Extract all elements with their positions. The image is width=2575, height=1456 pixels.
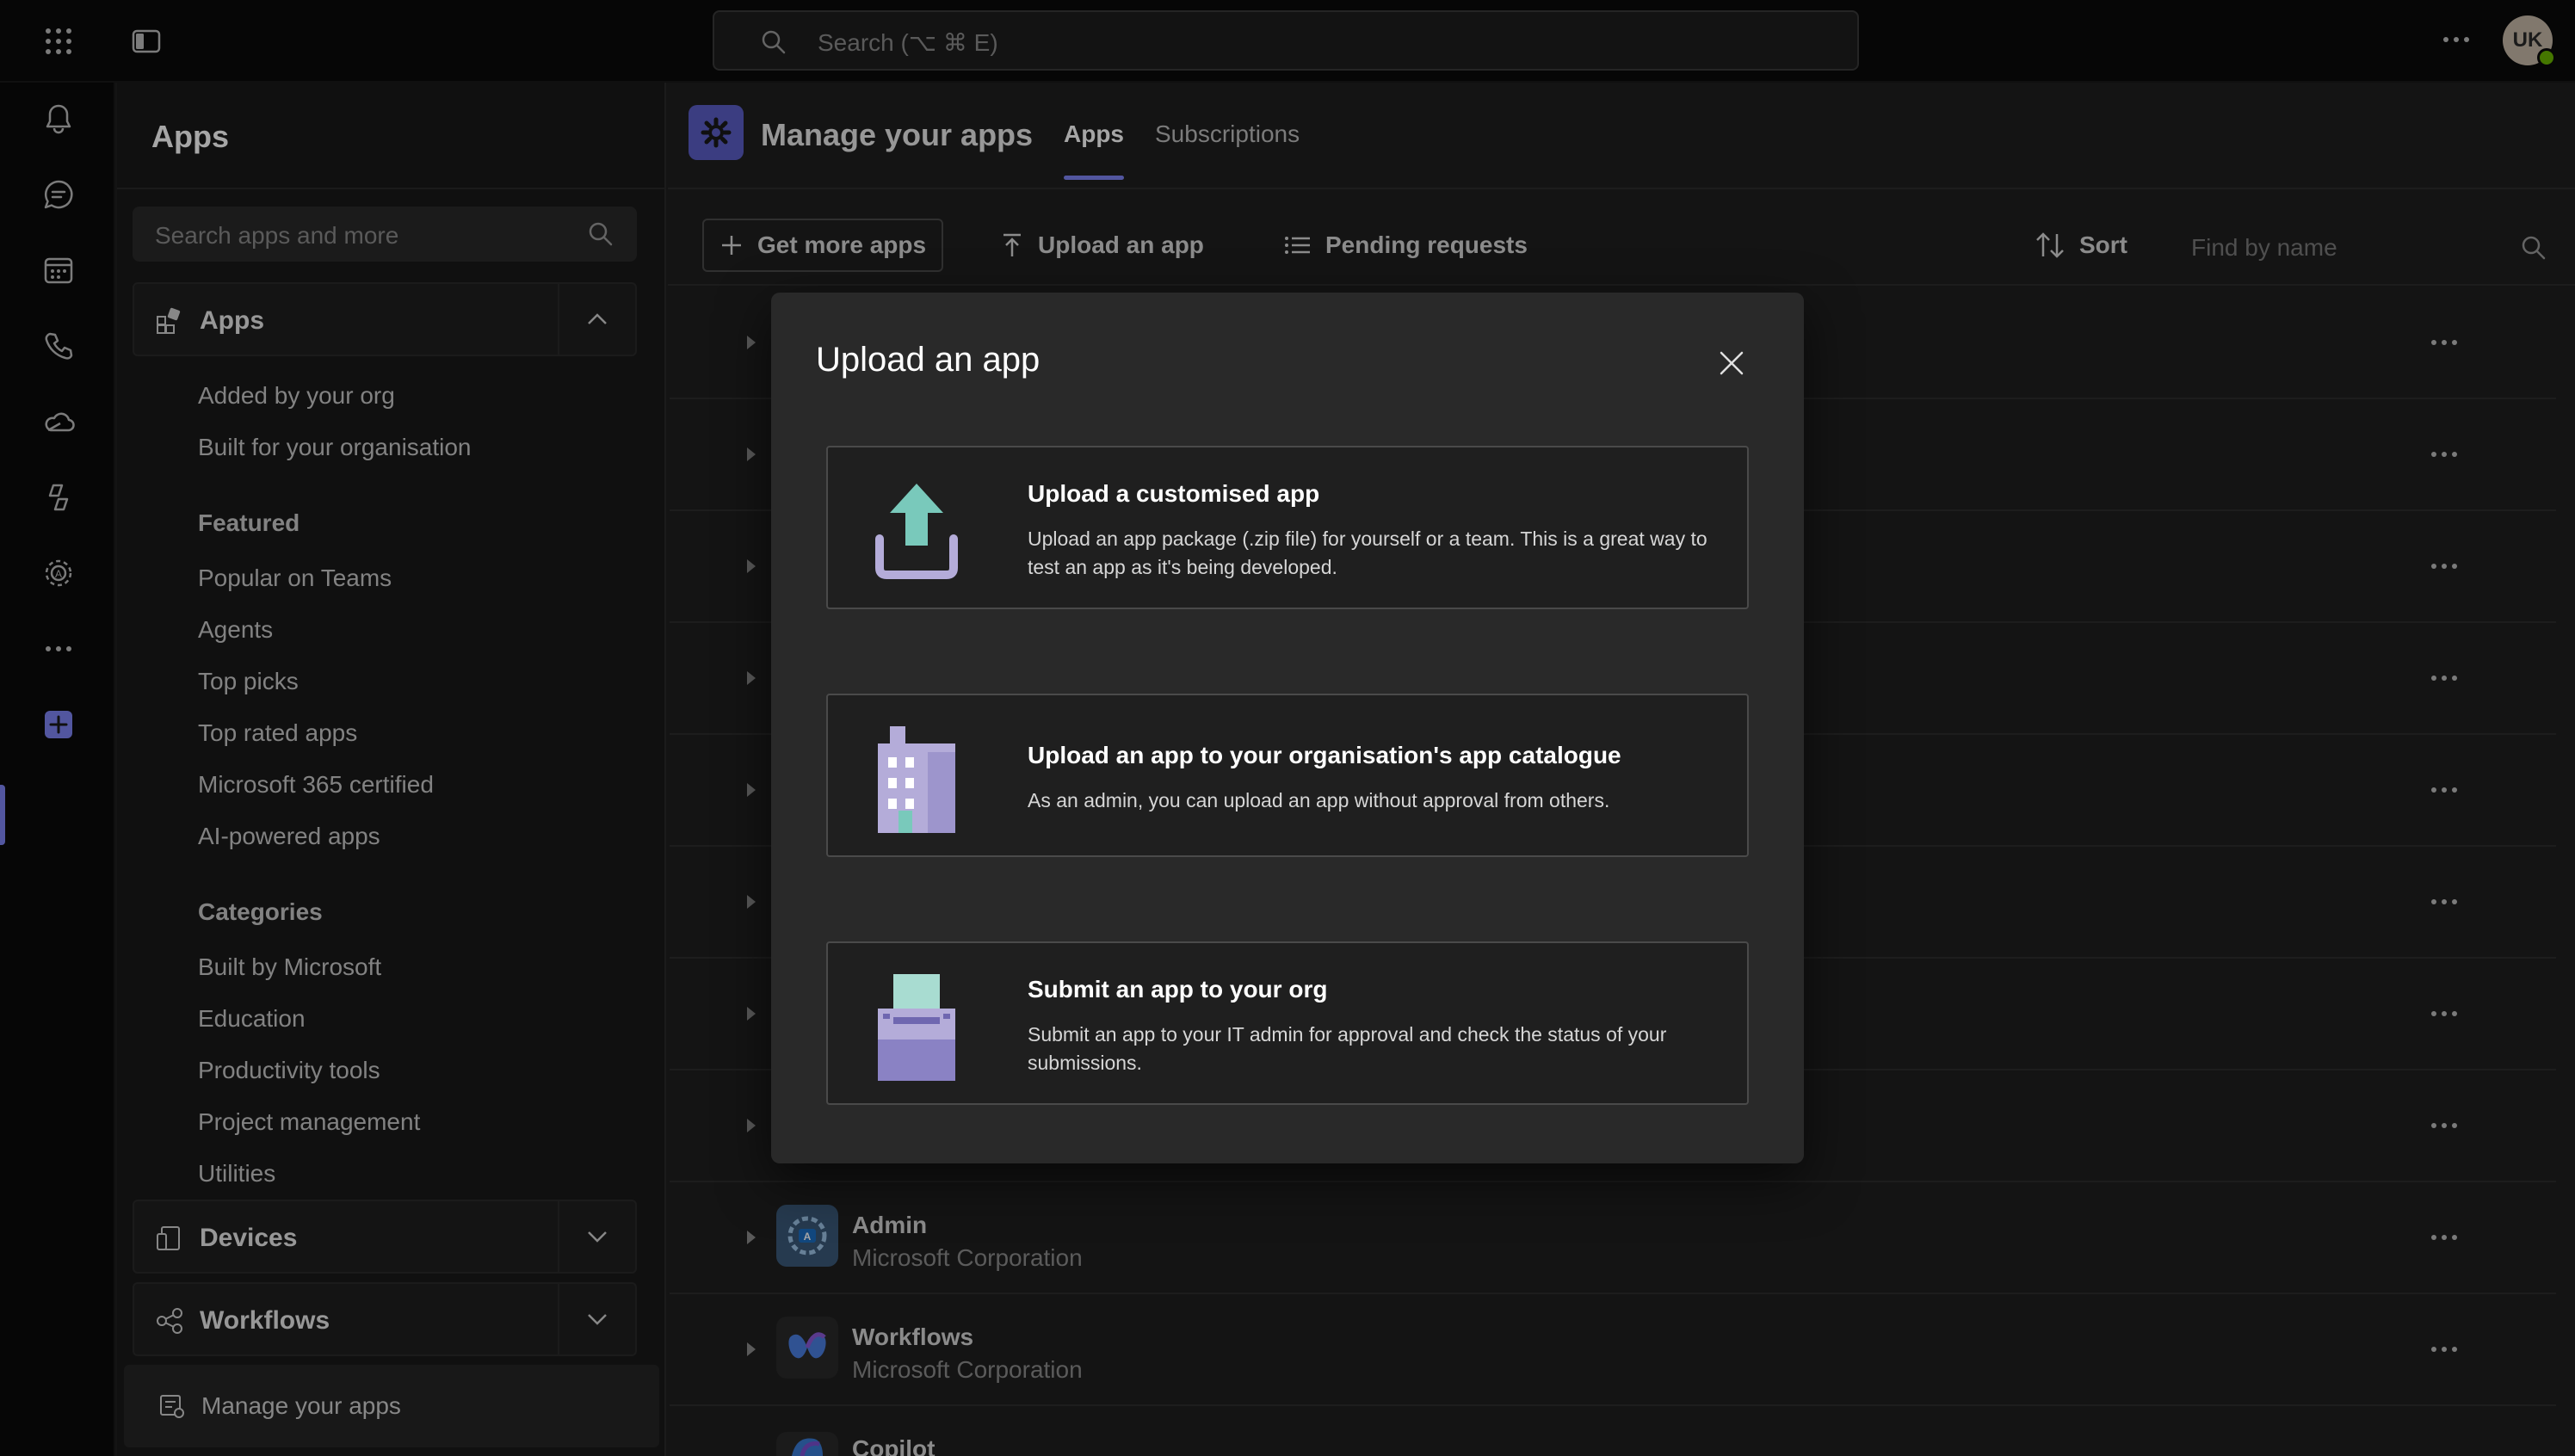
option-description: Upload an app package (.zip file) for yo… — [1028, 527, 1707, 578]
building-icon — [878, 726, 955, 833]
option-description: Submit an app to your IT admin for appro… — [1028, 1023, 1667, 1074]
submit-to-org-option[interactable]: Submit an app to your org Submit an app … — [826, 941, 1749, 1105]
upload-custom-app-option[interactable]: Upload a customised app Upload an app pa… — [826, 446, 1749, 609]
upload-to-catalogue-option[interactable]: Upload an app to your organisation's app… — [826, 694, 1749, 857]
option-title: Upload an app to your organisation's app… — [1028, 742, 1621, 768]
submit-box-icon — [878, 974, 955, 1081]
option-title: Upload a customised app — [1028, 480, 1320, 507]
upload-icon — [875, 484, 958, 579]
close-icon[interactable] — [1714, 346, 1749, 380]
dialog-title: Upload an app — [816, 341, 1040, 379]
option-description: As an admin, you can upload an app witho… — [1028, 789, 1610, 811]
upload-app-dialog: Upload an app Upload a customised app Up… — [771, 293, 1804, 1163]
option-title: Submit an app to your org — [1028, 976, 1328, 1003]
